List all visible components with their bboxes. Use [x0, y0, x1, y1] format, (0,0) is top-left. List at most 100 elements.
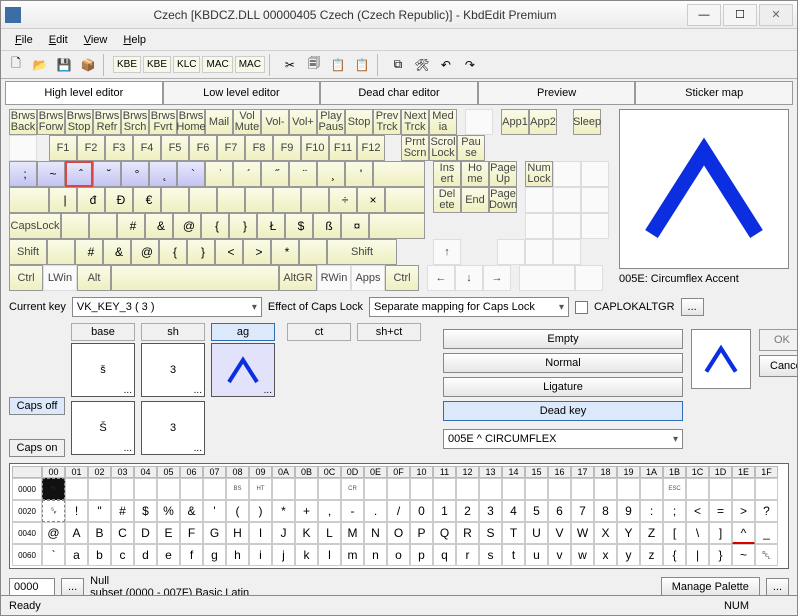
- glyph-cell[interactable]: q: [433, 544, 456, 566]
- toolbar-kbe1[interactable]: KBE: [113, 56, 141, 73]
- key[interactable]: [553, 239, 581, 265]
- effect-combo[interactable]: Separate mapping for Caps Lock: [369, 297, 569, 317]
- glyph-cell[interactable]: ): [249, 500, 272, 522]
- key[interactable]: Home: [461, 161, 489, 187]
- key[interactable]: [373, 161, 425, 187]
- glyph-cell[interactable]: k: [295, 544, 318, 566]
- key[interactable]: [61, 213, 89, 239]
- key[interactable]: [553, 213, 581, 239]
- key[interactable]: Đ: [105, 187, 133, 213]
- glyph-cell[interactable]: [295, 478, 318, 500]
- key[interactable]: °: [121, 161, 149, 187]
- key[interactable]: đ: [77, 187, 105, 213]
- glyph-cell[interactable]: 3: [479, 500, 502, 522]
- glyph-cell[interactable]: $: [134, 500, 157, 522]
- key[interactable]: [581, 213, 609, 239]
- menu-edit[interactable]: Edit: [41, 32, 76, 48]
- glyph-cell[interactable]: 6: [548, 500, 571, 522]
- key[interactable]: LWin: [43, 265, 77, 291]
- key[interactable]: Pause: [457, 135, 485, 161]
- glyph-cell[interactable]: G: [203, 522, 226, 544]
- key[interactable]: ¨: [289, 161, 317, 187]
- glyph-cell[interactable]: [709, 478, 732, 500]
- deadkey-combo[interactable]: 005E ^ CIRCUMFLEX: [443, 429, 683, 449]
- menu-help[interactable]: Help: [115, 32, 154, 48]
- glyph-cell[interactable]: J: [272, 522, 295, 544]
- key[interactable]: {: [159, 239, 187, 265]
- key[interactable]: #: [117, 213, 145, 239]
- glyph-cell[interactable]: ,: [318, 500, 341, 522]
- key[interactable]: ÷: [329, 187, 357, 213]
- glyph-cell[interactable]: v: [548, 544, 571, 566]
- glyph-cell[interactable]: 0: [410, 500, 433, 522]
- key[interactable]: F7: [217, 135, 245, 161]
- paste-icon[interactable]: 📋: [327, 54, 349, 76]
- glyph-cell[interactable]: 7: [571, 500, 594, 522]
- key[interactable]: Sleep: [573, 109, 601, 135]
- key[interactable]: ;: [9, 161, 37, 187]
- key[interactable]: ↓: [455, 265, 483, 291]
- key[interactable]: Mail: [205, 109, 233, 135]
- current-key-combo[interactable]: VK_KEY_3 ( 3 ): [72, 297, 262, 317]
- var-head-shct[interactable]: sh+ct: [357, 323, 421, 341]
- key[interactable]: BrwsFvrt: [149, 109, 177, 135]
- key[interactable]: ScrolLock: [429, 135, 457, 161]
- key[interactable]: [581, 187, 609, 213]
- key[interactable]: [47, 239, 75, 265]
- key[interactable]: F11: [329, 135, 357, 161]
- glyph-cell[interactable]: r: [456, 544, 479, 566]
- glyph-cell[interactable]: o: [387, 544, 410, 566]
- tab-dead-char[interactable]: Dead char editor: [320, 81, 478, 104]
- glyph-cell[interactable]: Q: [433, 522, 456, 544]
- glyph-cell[interactable]: =: [709, 500, 732, 522]
- key[interactable]: [9, 135, 37, 161]
- glyph-cell[interactable]: [548, 478, 571, 500]
- package-icon[interactable]: 📦: [77, 54, 99, 76]
- close-button[interactable]: ✕: [759, 4, 793, 26]
- glyph-cell[interactable]: E: [157, 522, 180, 544]
- glyph-cell[interactable]: W: [571, 522, 594, 544]
- key[interactable]: PrntScrn: [401, 135, 429, 161]
- glyph-cell[interactable]: [: [663, 522, 686, 544]
- glyph-cell[interactable]: R: [456, 522, 479, 544]
- key[interactable]: PageUp: [489, 161, 517, 187]
- key[interactable]: Alt: [77, 265, 111, 291]
- glyph-cell[interactable]: [134, 478, 157, 500]
- key[interactable]: App2: [529, 109, 557, 135]
- glyph-cell[interactable]: `: [42, 544, 65, 566]
- tool2-icon[interactable]: 🛠: [411, 54, 433, 76]
- key[interactable]: [525, 187, 553, 213]
- key[interactable]: Apps: [351, 265, 385, 291]
- key[interactable]: `: [177, 161, 205, 187]
- key[interactable]: ←: [427, 265, 455, 291]
- key[interactable]: [553, 187, 581, 213]
- key[interactable]: BrwsForw: [37, 109, 65, 135]
- glyph-cell[interactable]: w: [571, 544, 594, 566]
- glyph-cell[interactable]: b: [88, 544, 111, 566]
- key[interactable]: >: [243, 239, 271, 265]
- glyph-cell[interactable]: y: [617, 544, 640, 566]
- key[interactable]: [189, 187, 217, 213]
- glyph-cell[interactable]: [180, 478, 203, 500]
- glyph-cell[interactable]: e: [157, 544, 180, 566]
- glyph-cell[interactable]: }: [709, 544, 732, 566]
- code-field[interactable]: 0000: [9, 578, 55, 595]
- key[interactable]: ´: [233, 161, 261, 187]
- glyph-cell[interactable]: S: [479, 522, 502, 544]
- key[interactable]: [525, 239, 553, 265]
- var-head-sh[interactable]: sh: [141, 323, 205, 341]
- glyph-cell[interactable]: u: [525, 544, 548, 566]
- key[interactable]: *: [271, 239, 299, 265]
- glyph-cell[interactable]: z: [640, 544, 663, 566]
- cancel-button[interactable]: Cancel: [759, 355, 797, 377]
- tab-sticker[interactable]: Sticker map: [635, 81, 793, 104]
- key[interactable]: [301, 187, 329, 213]
- glyph-cell[interactable]: O: [387, 522, 410, 544]
- glyph-cell[interactable]: [387, 478, 410, 500]
- glyph-cell[interactable]: *: [272, 500, 295, 522]
- glyph-cell[interactable]: [594, 478, 617, 500]
- glyph-cell[interactable]: _: [755, 522, 778, 544]
- glyph-cell[interactable]: 2: [456, 500, 479, 522]
- key[interactable]: &: [145, 213, 173, 239]
- key[interactable]: F4: [133, 135, 161, 161]
